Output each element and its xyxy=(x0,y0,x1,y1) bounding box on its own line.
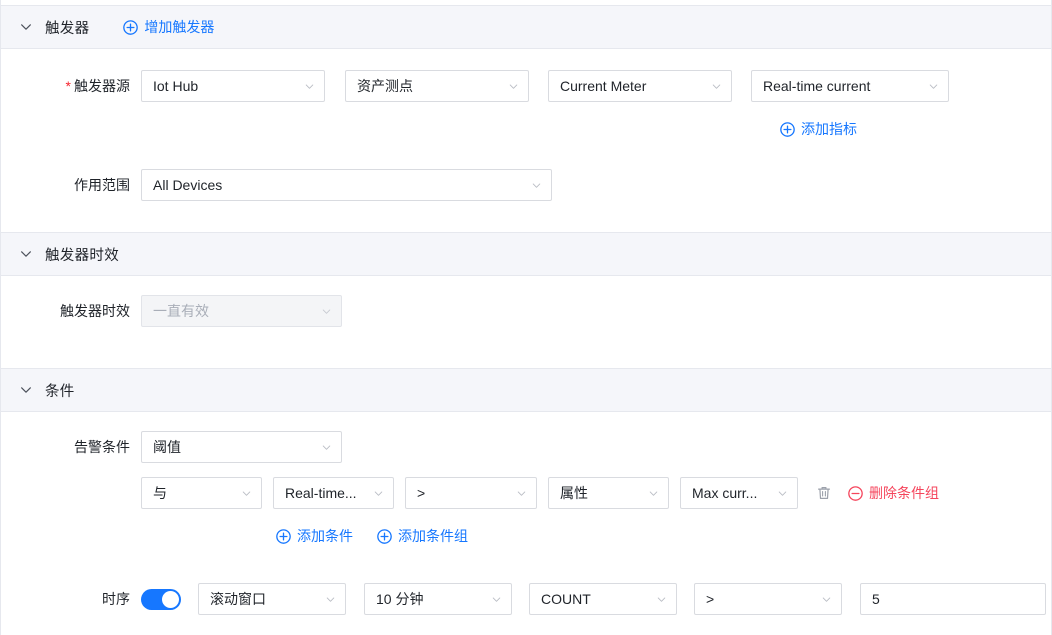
validity-label: 触发器时效 xyxy=(1,301,141,321)
condition-operator-value: > xyxy=(417,478,510,508)
timeseries-toggle[interactable] xyxy=(141,589,181,610)
chevron-down-icon xyxy=(516,488,527,499)
delete-condition-group-label: 删除条件组 xyxy=(869,483,939,503)
alarm-condition-select[interactable]: 阈值 xyxy=(141,431,342,463)
add-trigger-button[interactable]: 增加触发器 xyxy=(123,17,214,37)
add-metric-label: 添加指标 xyxy=(801,119,857,139)
delete-condition-group-button[interactable]: 删除条件组 xyxy=(848,483,939,503)
trigger-source-type-select[interactable]: Iot Hub xyxy=(141,70,325,102)
timeseries-operator-value: > xyxy=(706,584,815,614)
condition-logic-value: 与 xyxy=(153,478,235,508)
alarm-condition-label: 告警条件 xyxy=(1,437,141,457)
chevron-down-icon xyxy=(373,488,384,499)
condition-value-type-select[interactable]: 属性 xyxy=(548,477,669,509)
timeseries-window-type-value: 滚动窗口 xyxy=(210,584,319,614)
timeseries-operator-select[interactable]: > xyxy=(694,583,842,615)
timeseries-row: 时序 滚动窗口 10 分钟 COUNT > 5 xyxy=(1,583,1052,615)
add-condition-row: 添加条件 添加条件组 xyxy=(276,526,468,546)
scope-select[interactable]: All Devices xyxy=(141,169,552,201)
condition-metric-value: Real-time... xyxy=(285,478,367,508)
section-title-condition: 条件 xyxy=(45,380,75,401)
validity-value: 一直有效 xyxy=(153,296,315,326)
alarm-condition-row: 告警条件 阈值 xyxy=(1,431,1052,463)
section-title-trigger: 触发器 xyxy=(45,17,89,38)
timeseries-window-size-select[interactable]: 10 分钟 xyxy=(364,583,512,615)
plus-circle-icon xyxy=(123,20,138,35)
section-header-validity[interactable]: 触发器时效 xyxy=(1,232,1051,276)
timeseries-window-type-select[interactable]: 滚动窗口 xyxy=(198,583,346,615)
condition-operator-select[interactable]: > xyxy=(405,477,537,509)
chevron-down-icon xyxy=(777,488,788,499)
add-metric-row: 添加指标 xyxy=(780,119,857,140)
timeseries-label: 时序 xyxy=(1,589,141,609)
scope-value: All Devices xyxy=(153,170,525,200)
condition-expression-row: 与 Real-time... > 属性 Max curr... xyxy=(141,477,939,509)
trigger-source-device-value: Current Meter xyxy=(560,71,705,101)
minus-circle-icon xyxy=(848,486,863,501)
condition-target-select[interactable]: Max curr... xyxy=(680,477,798,509)
add-trigger-label: 增加触发器 xyxy=(144,17,214,37)
trigger-source-row: *触发器源 Iot Hub 资产测点 Current Meter Real-ti… xyxy=(1,70,1052,102)
timeseries-threshold-input[interactable]: 5 xyxy=(860,583,1046,615)
condition-target-value: Max curr... xyxy=(692,478,771,508)
chevron-down-icon xyxy=(531,180,542,191)
scope-row: 作用范围 All Devices xyxy=(1,169,1052,201)
plus-circle-icon xyxy=(276,529,291,544)
condition-value-type-value: 属性 xyxy=(560,478,642,508)
trigger-source-asset-value: 资产测点 xyxy=(357,71,502,101)
condition-logic-select[interactable]: 与 xyxy=(141,477,262,509)
trigger-source-device-select[interactable]: Current Meter xyxy=(548,70,732,102)
chevron-down-icon xyxy=(711,81,722,92)
trigger-source-asset-select[interactable]: 资产测点 xyxy=(345,70,529,102)
chevron-down-icon xyxy=(656,594,667,605)
chevron-down-icon xyxy=(821,594,832,605)
chevron-down-icon xyxy=(19,20,33,34)
chevron-down-icon xyxy=(241,488,252,499)
chevron-down-icon xyxy=(304,81,315,92)
timeseries-aggregate-value: COUNT xyxy=(541,584,650,614)
chevron-down-icon xyxy=(928,81,939,92)
condition-metric-select[interactable]: Real-time... xyxy=(273,477,394,509)
chevron-down-icon xyxy=(321,442,332,453)
chevron-down-icon xyxy=(19,383,33,397)
alarm-rule-form: 触发器 增加触发器 *触发器源 Iot Hub 资产测点 Current Met… xyxy=(0,0,1052,635)
alarm-condition-value: 阈值 xyxy=(153,432,315,462)
timeseries-threshold-value: 5 xyxy=(872,584,880,614)
add-condition-group-label: 添加条件组 xyxy=(398,526,468,546)
scope-label: 作用范围 xyxy=(1,175,141,195)
trigger-source-type-value: Iot Hub xyxy=(153,71,298,101)
trigger-source-metric-value: Real-time current xyxy=(763,71,922,101)
plus-circle-icon xyxy=(377,529,392,544)
add-condition-button[interactable]: 添加条件 xyxy=(276,526,353,546)
section-header-trigger[interactable]: 触发器 增加触发器 xyxy=(1,5,1051,49)
chevron-down-icon xyxy=(508,81,519,92)
plus-circle-icon xyxy=(780,122,795,137)
chevron-down-icon xyxy=(325,594,336,605)
chevron-down-icon xyxy=(19,247,33,261)
trigger-source-label: *触发器源 xyxy=(1,76,141,96)
trigger-source-metric-select[interactable]: Real-time current xyxy=(751,70,949,102)
timeseries-window-size-value: 10 分钟 xyxy=(376,584,485,614)
validity-row: 触发器时效 一直有效 xyxy=(1,295,1052,327)
section-header-condition[interactable]: 条件 xyxy=(1,368,1051,412)
add-condition-group-button[interactable]: 添加条件组 xyxy=(377,526,468,546)
timeseries-aggregate-select[interactable]: COUNT xyxy=(529,583,677,615)
add-condition-label: 添加条件 xyxy=(297,526,353,546)
chevron-down-icon xyxy=(648,488,659,499)
section-title-validity: 触发器时效 xyxy=(45,244,119,265)
required-asterisk: * xyxy=(66,78,71,94)
validity-select[interactable]: 一直有效 xyxy=(141,295,342,327)
toggle-knob xyxy=(162,591,179,608)
chevron-down-icon xyxy=(321,306,332,317)
chevron-down-icon xyxy=(491,594,502,605)
add-metric-button[interactable]: 添加指标 xyxy=(780,119,857,139)
trash-icon[interactable] xyxy=(816,485,832,501)
